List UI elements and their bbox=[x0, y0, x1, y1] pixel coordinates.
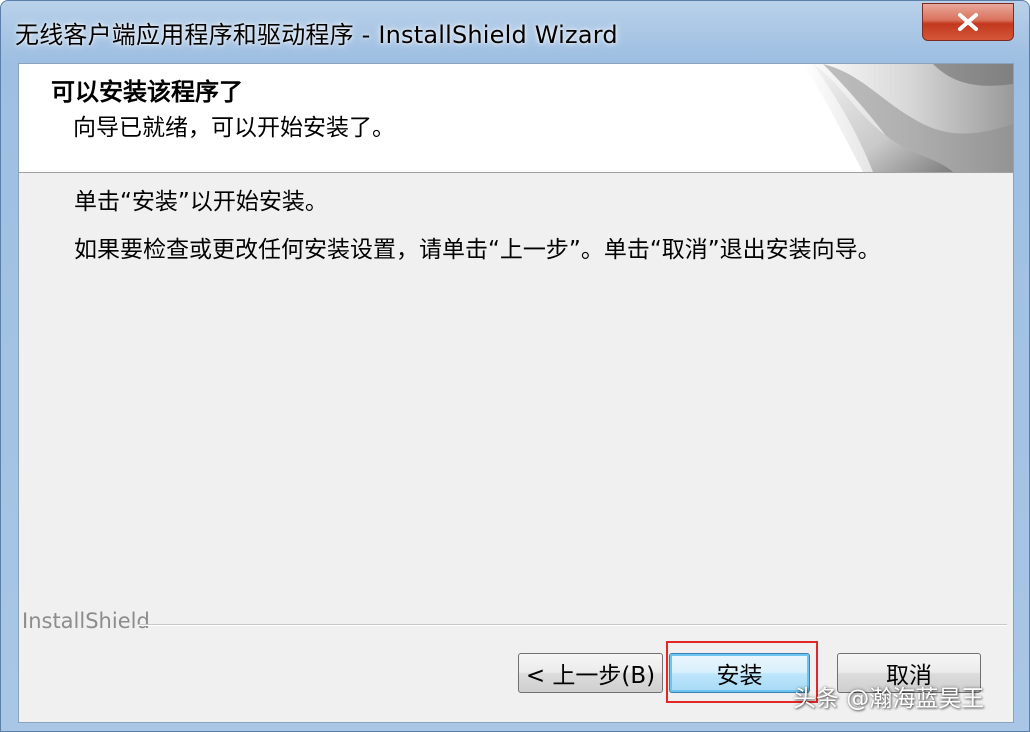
close-button[interactable] bbox=[922, 3, 1014, 41]
installer-window: 无线客户端应用程序和驱动程序 - InstallShield Wizard 可以… bbox=[0, 0, 1030, 732]
page-curl-icon bbox=[803, 64, 1013, 172]
instruction-review: 如果要检查或更改任何安装设置，请单击“上一步”。单击“取消”退出安装向导。 bbox=[74, 237, 881, 263]
back-button[interactable]: < 上一步(B) bbox=[518, 653, 663, 693]
wizard-client-area: 可以安装该程序了 向导已就绪，可以开始安装了。 单击“安装”以开始安装。 如果要… bbox=[18, 63, 1014, 723]
window-title: 无线客户端应用程序和驱动程序 - InstallShield Wizard bbox=[15, 21, 618, 49]
instruction-install: 单击“安装”以开始安装。 bbox=[74, 189, 328, 215]
wizard-header: 可以安装该程序了 向导已就绪，可以开始安装了。 bbox=[19, 64, 1013, 173]
installshield-brand: InstallShield bbox=[22, 609, 150, 633]
header-title: 可以安装该程序了 bbox=[51, 78, 243, 106]
footer-divider bbox=[137, 624, 1007, 626]
close-icon bbox=[958, 13, 978, 31]
header-subtitle: 向导已就绪，可以开始安装了。 bbox=[73, 115, 395, 141]
title-bar[interactable]: 无线客户端应用程序和驱动程序 - InstallShield Wizard bbox=[1, 1, 1029, 63]
watermark: 头条 @瀚海蓝昊王 bbox=[793, 686, 985, 712]
